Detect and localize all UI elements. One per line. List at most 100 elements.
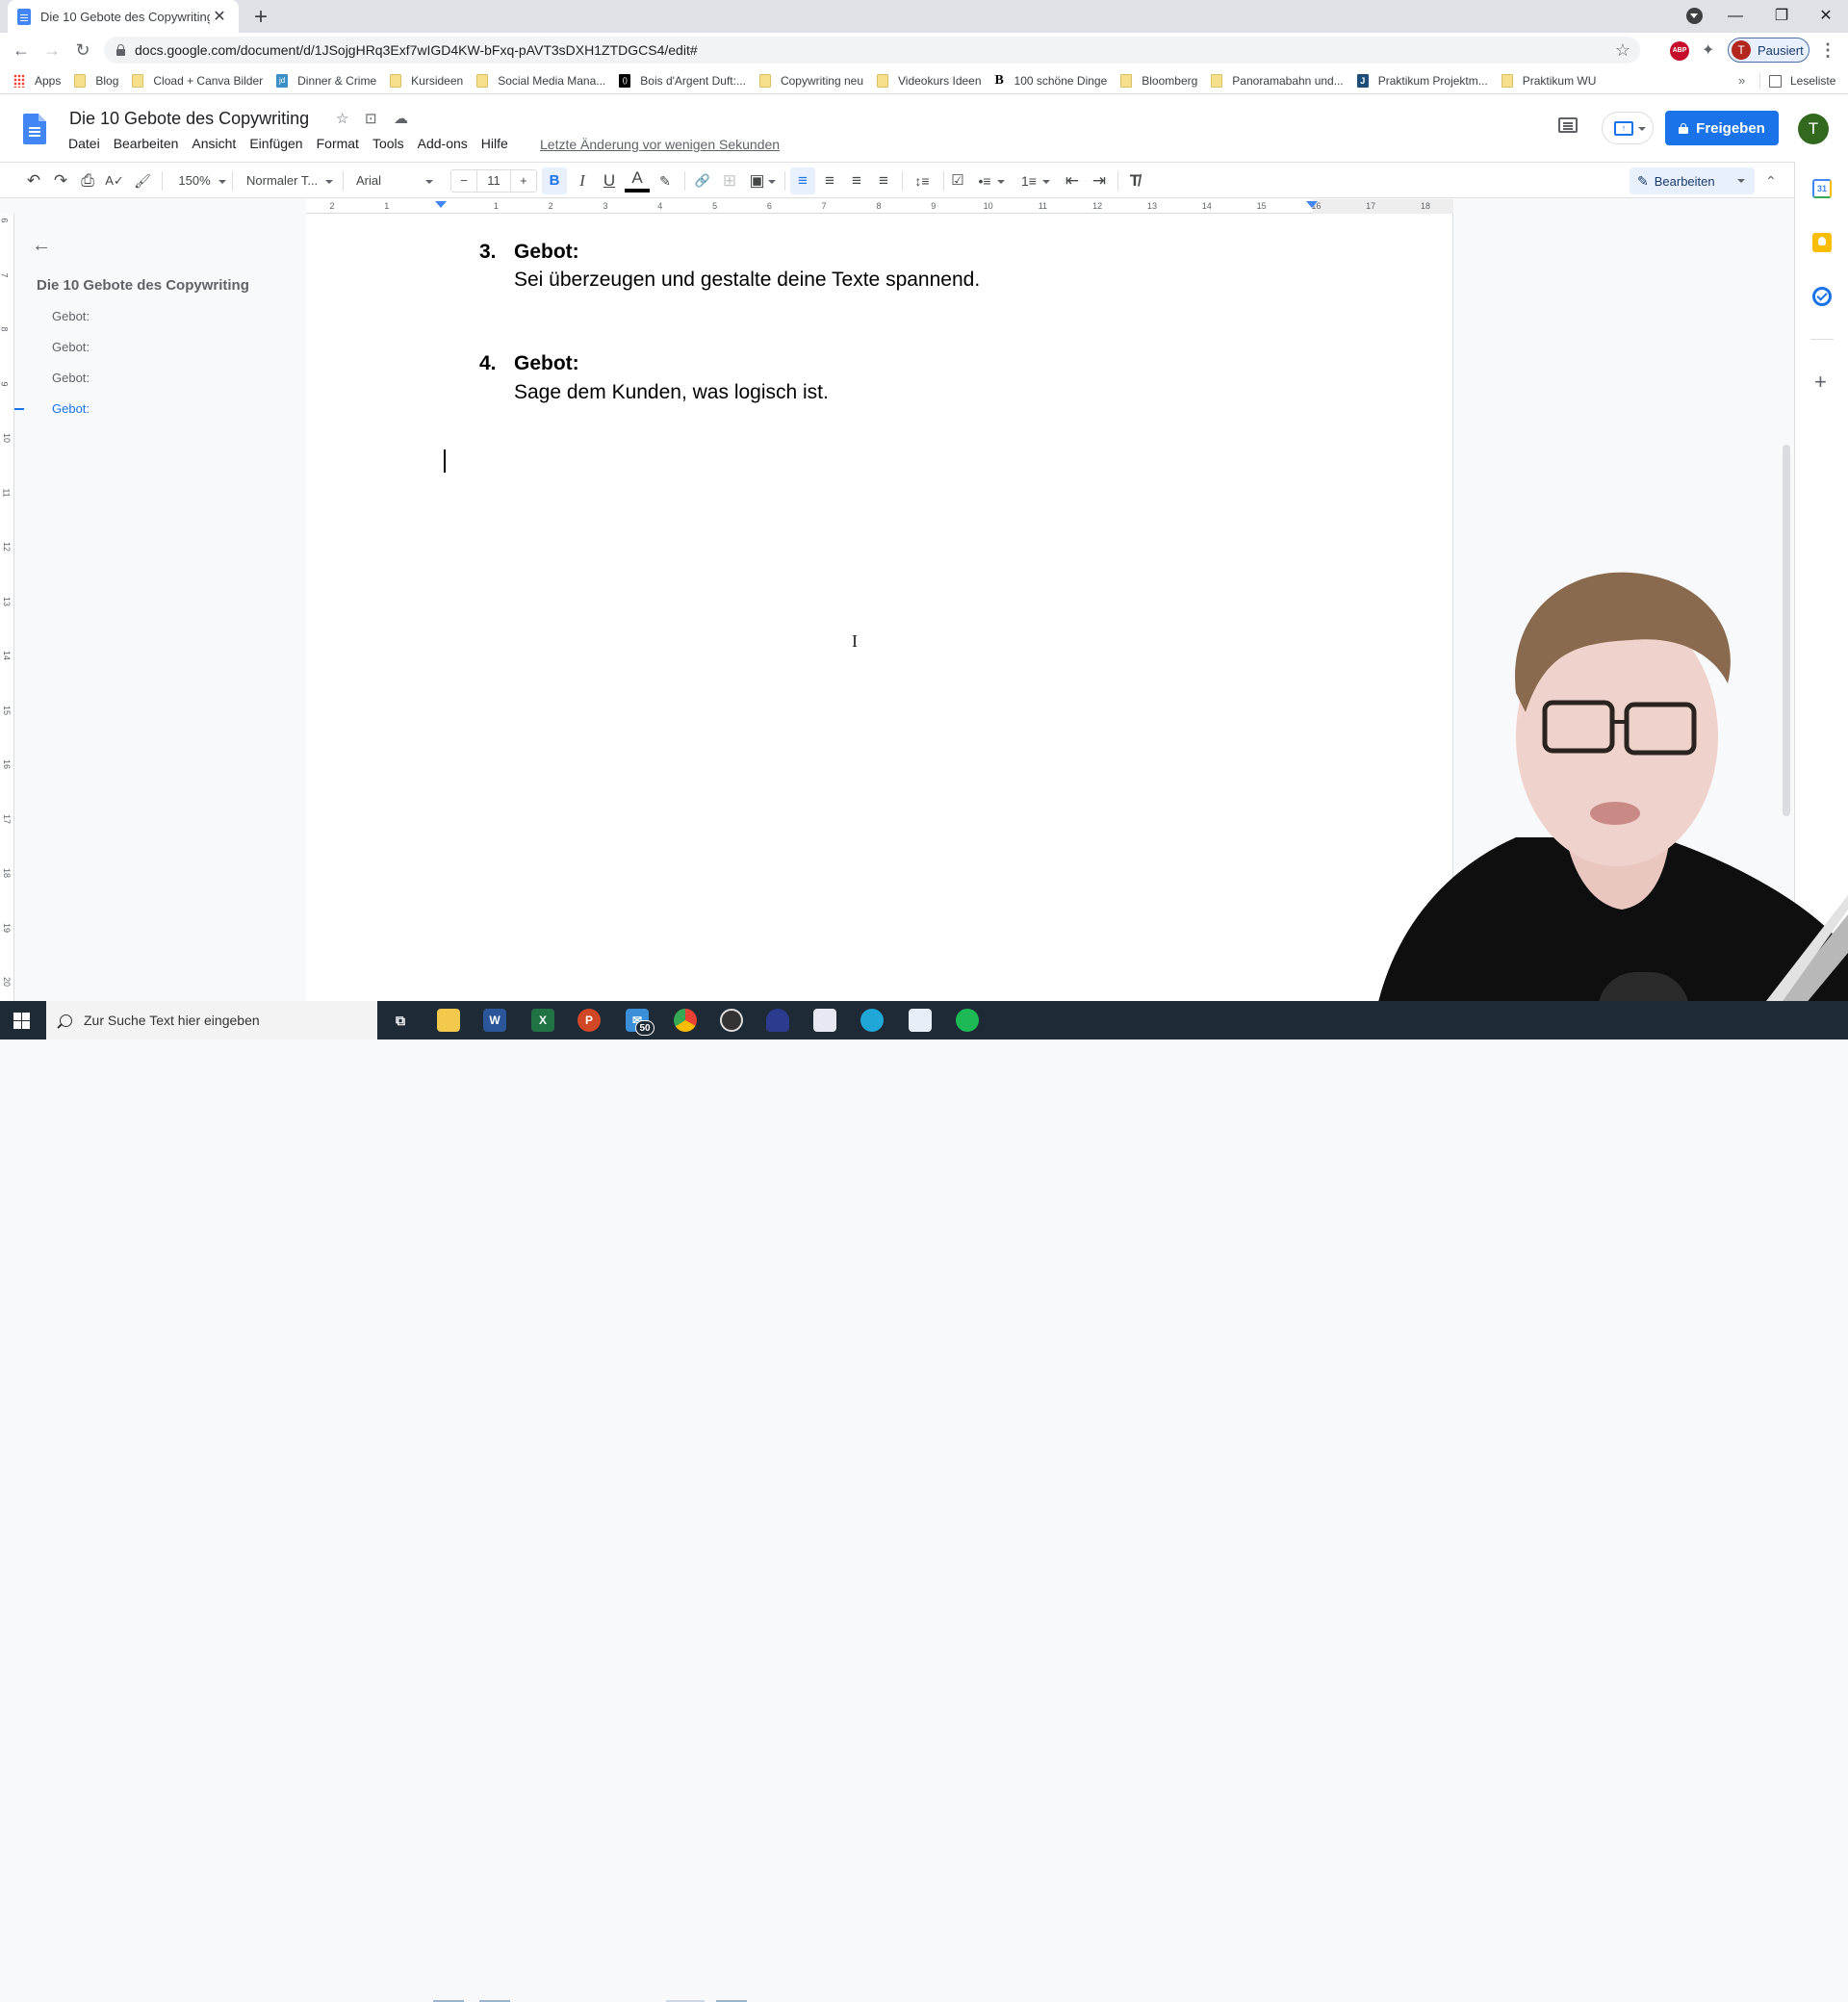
font-size-increase-button[interactable]: + [511, 170, 536, 192]
document-title[interactable]: Die 10 Gebote des Copywriting [69, 109, 309, 129]
print-icon[interactable]: ⎙ [75, 163, 100, 199]
outline-item[interactable]: Gebot: [52, 340, 90, 354]
bookmark-social-media[interactable]: Social Media Mana... [476, 73, 605, 88]
bookmark-100-dinge[interactable]: B 100 schöne Dinge [995, 73, 1108, 88]
increase-indent-icon[interactable]: ⇥ [1087, 163, 1112, 199]
paint-format-icon[interactable]: 🖌 [130, 163, 155, 199]
bookmark-copywriting-neu[interactable]: Copywriting neu [758, 73, 863, 88]
align-left-button[interactable]: ≡ [790, 167, 815, 194]
outline-item[interactable]: Gebot: [52, 309, 90, 323]
outline-item-active[interactable]: Gebot: [52, 401, 90, 416]
menu-bearbeiten[interactable]: Bearbeiten [114, 136, 179, 151]
align-center-button[interactable]: ≡ [817, 163, 842, 199]
outline-title[interactable]: Die 10 Gebote des Copywriting [37, 277, 249, 294]
bookmark-cload-canva[interactable]: Cload + Canva Bilder [132, 73, 263, 88]
font-size-input[interactable]: 11 [476, 170, 511, 192]
font-select[interactable]: Arial [356, 163, 443, 199]
lock-icon[interactable] [116, 44, 125, 56]
menu-add-ons[interactable]: Add-ons [418, 136, 468, 151]
numbered-list-button[interactable]: 1≡ [1016, 163, 1055, 199]
horizontal-ruler[interactable]: 2 1 1 2 3 4 5 6 7 8 9 10 11 12 13 14 15 16 17 18 [306, 199, 1453, 214]
account-avatar[interactable]: T [1798, 114, 1829, 144]
move-to-folder-icon[interactable]: ⊡ [365, 110, 377, 127]
word-icon[interactable]: W [483, 1009, 506, 1032]
bookmark-apps[interactable]: Apps [13, 73, 61, 88]
restore-button[interactable]: ❐ [1759, 2, 1804, 31]
obs-icon[interactable] [720, 1009, 743, 1032]
menu-tools[interactable]: Tools [372, 136, 404, 151]
bookmark-praktikum-wu[interactable]: Praktikum WU [1501, 73, 1596, 88]
add-comment-icon[interactable]: ⊞ [717, 163, 742, 199]
google-tasks-icon[interactable] [1812, 287, 1832, 306]
present-button[interactable]: ↑ [1602, 112, 1654, 144]
taskbar-search-input[interactable]: Zur Suche Text hier eingeben [46, 1001, 377, 1040]
insert-link-icon[interactable]: 🔗 [690, 163, 715, 199]
reading-list-button[interactable]: Leseliste [1769, 67, 1835, 94]
right-indent-marker[interactable] [1306, 201, 1318, 208]
get-add-ons-plus-icon[interactable]: + [1814, 370, 1827, 395]
cloud-status-icon[interactable]: ☁ [394, 110, 408, 127]
new-tab-button[interactable]: + [248, 4, 273, 31]
reload-icon[interactable]: ↻ [69, 37, 96, 64]
hide-menus-chevron-up-icon[interactable]: ⌃ [1765, 163, 1777, 199]
outline-item[interactable]: Gebot: [52, 371, 90, 385]
menu-datei[interactable]: Datei [68, 136, 100, 151]
italic-button[interactable]: I [570, 163, 595, 199]
spotify-icon[interactable] [956, 1009, 979, 1032]
bookmark-praktikum-projekt[interactable]: J Praktikum Projektm... [1356, 73, 1488, 88]
edge-icon[interactable] [860, 1009, 884, 1032]
close-outline-back-icon[interactable]: ← [32, 235, 51, 257]
menu-ansicht[interactable]: Ansicht [192, 136, 236, 151]
insert-image-button[interactable]: ▣ [745, 163, 780, 199]
url-text[interactable]: docs.google.com/document/d/1JSojgHRq3Exf… [135, 42, 698, 58]
bookmark-panoramabahn[interactable]: Panoramabahn und... [1211, 73, 1344, 88]
close-window-button[interactable]: ✕ [1804, 2, 1848, 31]
menu-einfuegen[interactable]: Einfügen [249, 136, 302, 151]
bookmark-videokurs[interactable]: Videokurs Ideen [877, 73, 982, 88]
vertical-ruler[interactable]: 6 7 8 9 10 11 12 13 14 15 16 17 18 19 20 [0, 214, 14, 1001]
excel-icon[interactable]: X [531, 1009, 554, 1032]
line-spacing-icon[interactable]: ↕≡ [908, 163, 937, 199]
align-right-button[interactable]: ≡ [844, 163, 869, 199]
google-docs-logo-icon[interactable] [23, 114, 46, 144]
bookmark-bloomberg[interactable]: Bloomberg [1120, 73, 1197, 88]
text-color-button[interactable]: A [625, 163, 650, 192]
justify-button[interactable]: ≡ [871, 163, 896, 199]
address-bar[interactable]: docs.google.com/document/d/1JSojgHRq3Exf… [104, 37, 1640, 64]
highlight-color-icon[interactable]: ✎ [653, 163, 678, 199]
redo-icon[interactable]: ↷ [48, 163, 73, 199]
close-tab-icon[interactable]: ✕ [210, 7, 229, 26]
underline-button[interactable]: U [597, 163, 622, 199]
windows-start-icon[interactable] [13, 1013, 30, 1029]
browser-tab[interactable]: Die 10 Gebote des Copywriting - ✕ [8, 0, 239, 33]
bold-button[interactable]: B [542, 167, 567, 194]
chrome-icon[interactable] [674, 1009, 697, 1032]
zoom-select[interactable]: 150% [173, 163, 231, 199]
powerpoint-icon[interactable]: P [578, 1009, 601, 1032]
google-keep-icon[interactable] [1812, 233, 1832, 252]
minimize-button[interactable]: — [1713, 2, 1758, 31]
spellcheck-icon[interactable]: A✓ [102, 163, 127, 199]
document-page[interactable]: 3. Gebot: Sei überzeugen und gestalte de… [306, 214, 1453, 1001]
star-icon[interactable]: ☆ [336, 110, 348, 127]
menu-format[interactable]: Format [317, 136, 359, 151]
bookmark-star-icon[interactable]: ☆ [1615, 40, 1630, 61]
app-icon[interactable] [813, 1009, 836, 1032]
last-edit-link[interactable]: Letzte Änderung vor wenigen Sekunden [540, 137, 780, 152]
list-body[interactable]: Sei überzeugen und gestalte deine Texte … [514, 269, 980, 292]
clear-formatting-icon[interactable]: T̸ [1122, 163, 1147, 199]
menu-hilfe[interactable]: Hilfe [481, 136, 508, 151]
extensions-puzzle-icon[interactable]: ✦ [1702, 40, 1714, 60]
editing-mode-select[interactable]: ✎ Bearbeiten [1630, 167, 1755, 194]
list-body[interactable]: Sage dem Kunden, was logisch ist. [514, 381, 829, 404]
document-canvas[interactable]: 3. Gebot: Sei überzeugen und gestalte de… [306, 214, 1453, 1001]
tab-search-icon[interactable] [1686, 8, 1703, 24]
bookmark-dinner-crime[interactable]: jd Dinner & Crime [276, 73, 376, 88]
back-icon[interactable]: ← [8, 37, 35, 64]
comments-button[interactable] [1558, 117, 1581, 137]
bookmark-blog[interactable]: Blog [74, 73, 118, 88]
forward-icon[interactable]: → [38, 37, 65, 64]
left-indent-marker[interactable] [435, 201, 447, 208]
decrease-indent-icon[interactable]: ⇤ [1060, 163, 1085, 199]
file-explorer-icon[interactable] [437, 1009, 460, 1032]
